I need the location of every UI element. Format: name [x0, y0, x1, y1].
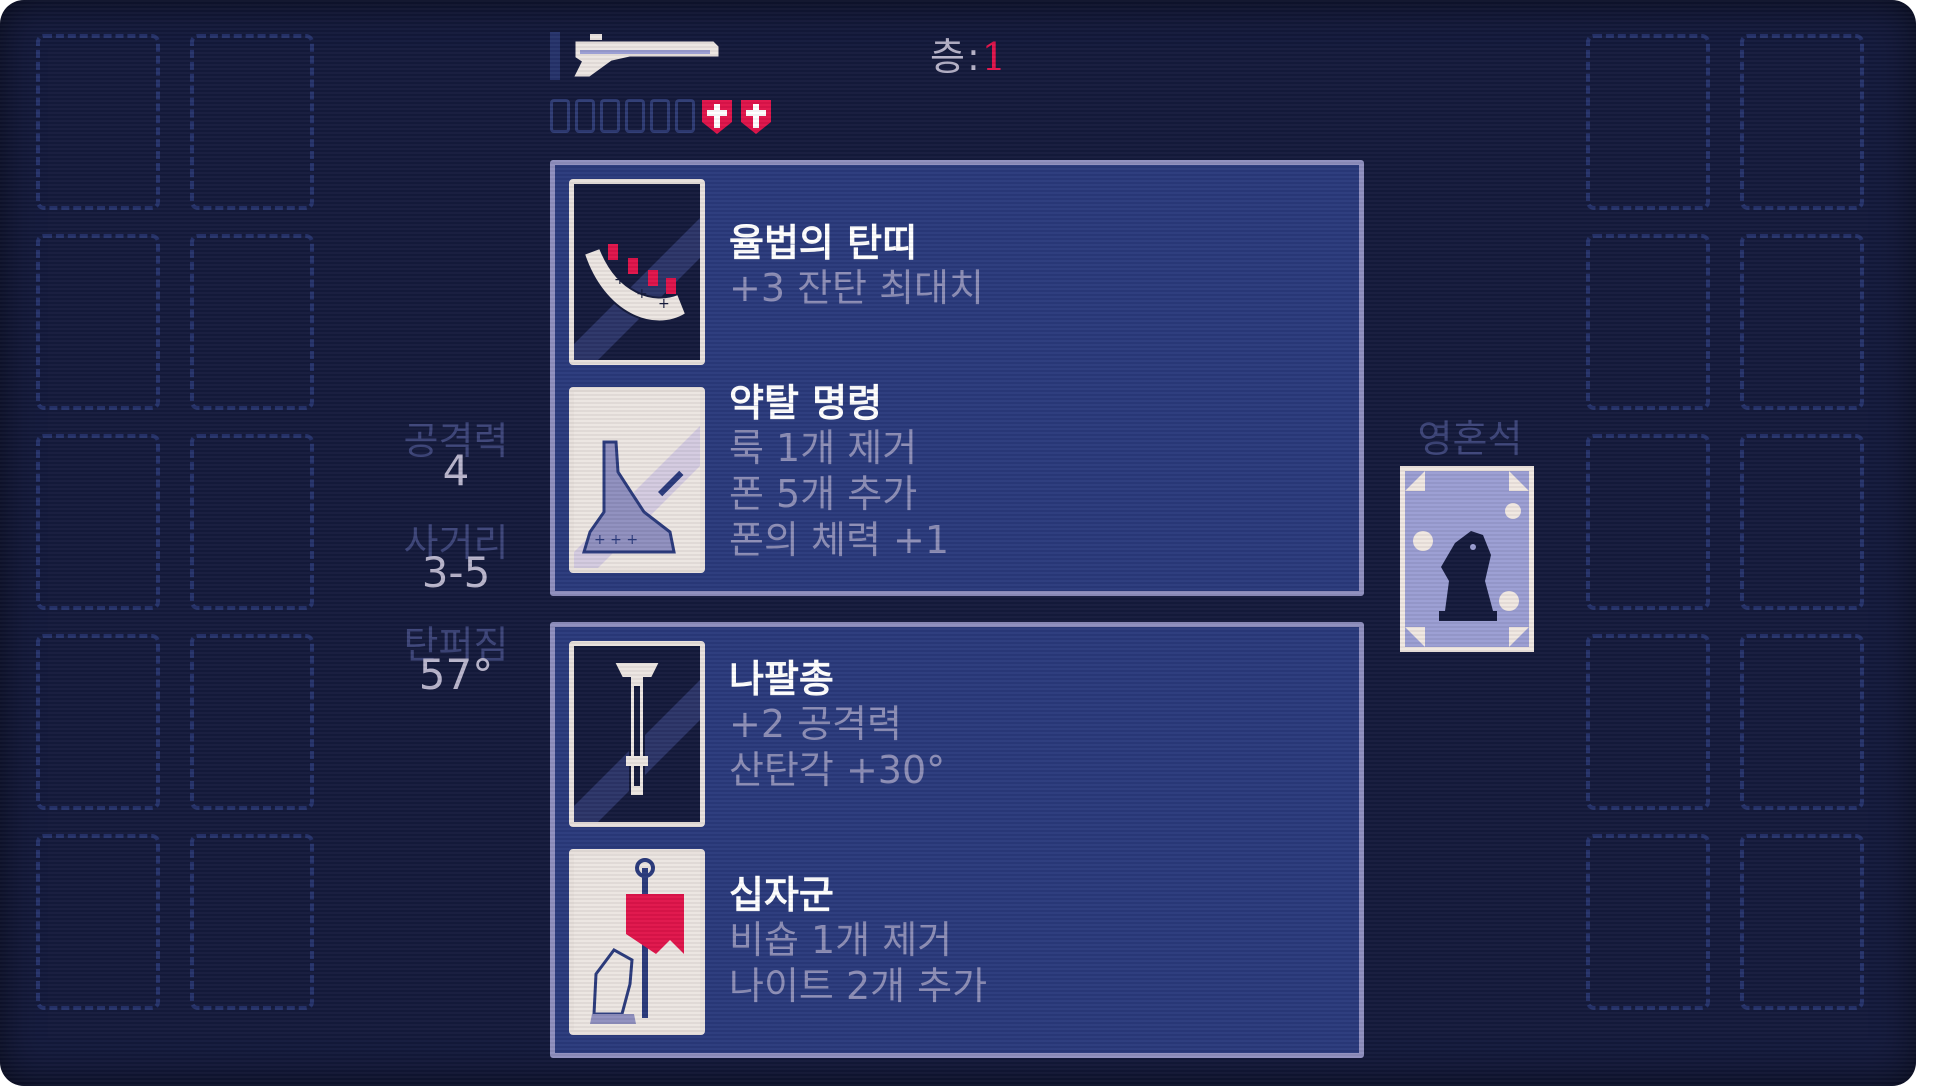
item-name: 나팔총 — [729, 657, 834, 701]
game-screen: 층:1 공격력 4 사거리 3-5 탄퍼짐 57° + + + 율법의 탄띠 +… — [0, 0, 1916, 1086]
ammo-bar — [550, 96, 773, 136]
item-effect: 산탄각 +30° — [729, 748, 946, 792]
item-name: 율법의 탄띠 — [729, 221, 918, 265]
ammo-slot — [675, 99, 695, 133]
inventory-slot — [190, 434, 314, 610]
inventory-slot — [1586, 234, 1710, 410]
item-effect: +2 공격력 — [729, 702, 902, 746]
spread-value: 57° — [418, 650, 494, 699]
shotgun-icon — [550, 28, 730, 88]
floor-number: 1 — [981, 35, 1008, 79]
inventory-slot — [36, 634, 160, 810]
ammo-slot — [550, 99, 570, 133]
svg-text:+: + — [614, 272, 626, 288]
item-name: 약탈 명령 — [729, 381, 883, 425]
ammo-slot — [650, 99, 670, 133]
left-inventory-grid — [36, 30, 320, 1030]
inventory-slot — [1740, 634, 1864, 810]
ammo-slot — [575, 99, 595, 133]
item-ammo-belt: 율법의 탄띠 +3 잔탄 최대치 — [729, 221, 984, 311]
soul-stone-label: 영혼석 — [1417, 417, 1523, 461]
inventory-slot — [1586, 834, 1710, 1010]
inventory-slot — [36, 434, 160, 610]
item-name: 십자군 — [729, 873, 834, 917]
inventory-slot — [1740, 834, 1864, 1010]
inventory-slot — [36, 234, 160, 410]
crusader-banner-icon — [569, 849, 705, 1035]
right-inventory-grid — [1586, 30, 1870, 1030]
item-effect: 룩 1개 제거 — [729, 426, 918, 470]
floor-indicator: 층:1 — [930, 26, 1008, 81]
inventory-slot — [1740, 434, 1864, 610]
svg-text:+: + — [658, 296, 670, 312]
inventory-slot — [1740, 234, 1864, 410]
floor-label: 층: — [930, 35, 982, 79]
inventory-slot — [36, 834, 160, 1010]
item-plunder-order: 약탈 명령 룩 1개 제거 폰 5개 추가 폰의 체력 +1 — [729, 381, 949, 563]
offer-option-2[interactable]: 나팔총 +2 공격력 산탄각 +30° 십자군 비숍 1개 제거 나이트 2개 … — [550, 622, 1364, 1058]
inventory-slot — [1586, 34, 1710, 210]
ammo-slot — [625, 99, 645, 133]
item-effect: +3 잔탄 최대치 — [729, 266, 984, 310]
napalm-gun-icon — [569, 641, 705, 827]
rook-command-icon: + + + — [569, 387, 705, 573]
item-effect: 비숍 1개 제거 — [729, 918, 953, 962]
ammo-belt-icon: + + + — [569, 179, 705, 365]
svg-text:+ + +: + + + — [594, 532, 638, 548]
ammo-slot — [600, 99, 620, 133]
inventory-slot — [36, 34, 160, 210]
inventory-slot — [1586, 634, 1710, 810]
item-effect: 나이트 2개 추가 — [729, 964, 988, 1008]
heart-icon — [702, 100, 732, 134]
inventory-slot — [190, 834, 314, 1010]
item-effect: 폰의 체력 +1 — [729, 518, 950, 562]
inventory-slot — [190, 234, 314, 410]
item-napalm-gun: 나팔총 +2 공격력 산탄각 +30° — [729, 657, 945, 793]
heart-icon — [741, 100, 771, 134]
inventory-slot — [1740, 34, 1864, 210]
svg-text:+: + — [636, 286, 648, 302]
inventory-slot — [190, 34, 314, 210]
attack-value: 4 — [442, 446, 470, 495]
item-effect: 폰 5개 추가 — [729, 472, 918, 516]
inventory-slot — [190, 634, 314, 810]
range-value: 3-5 — [421, 548, 491, 597]
knight-piece-icon[interactable] — [1400, 466, 1534, 652]
offer-option-1[interactable]: + + + 율법의 탄띠 +3 잔탄 최대치 + + + 약탈 명령 룩 1개 … — [550, 160, 1364, 596]
item-crusade: 십자군 비숍 1개 제거 나이트 2개 추가 — [729, 873, 987, 1009]
inventory-slot — [1586, 434, 1710, 610]
